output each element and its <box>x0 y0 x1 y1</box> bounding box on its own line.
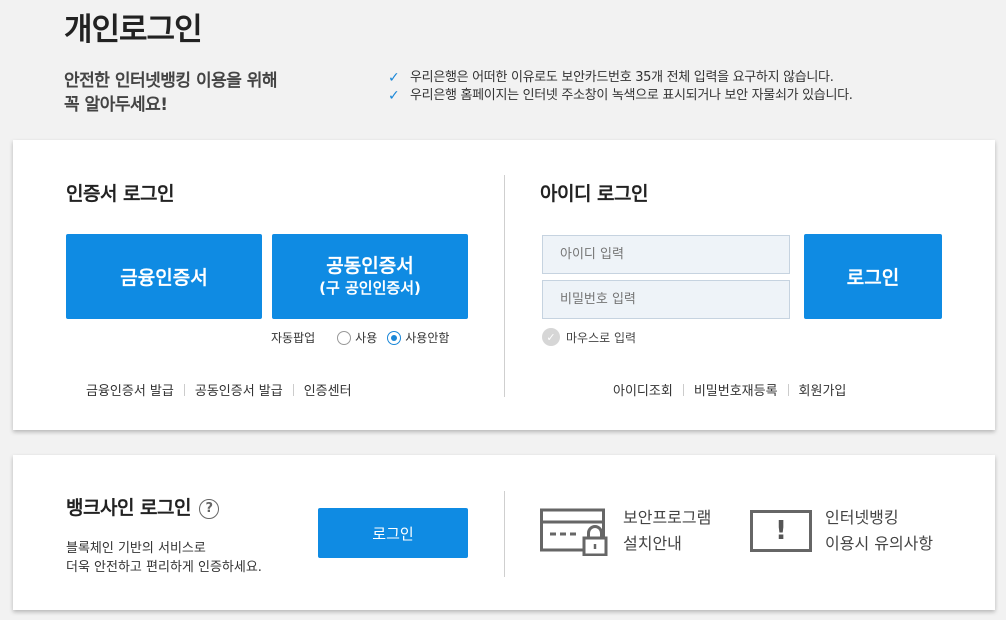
id-links: 아이디조회 비밀번호재등록 회원가입 <box>613 380 846 399</box>
link-divider <box>292 383 294 396</box>
banksign-desc-line-2: 더욱 안전하고 편리하게 인증하세요. <box>66 560 262 575</box>
banksign-login-label: 로그인 <box>372 524 414 543</box>
check-icon: ✓ <box>388 70 400 86</box>
page-title: 개인로그인 <box>64 12 203 48</box>
joint-cert-button[interactable]: 공동인증서 (구 공인인증서) <box>272 234 468 319</box>
reset-password-link[interactable]: 비밀번호재등록 <box>694 380 778 399</box>
id-input[interactable] <box>542 235 790 274</box>
link-divider <box>787 383 789 396</box>
mouse-input-label[interactable]: 마우스로 입력 <box>566 329 636 346</box>
joint-cert-sub: (구 공인인증서) <box>319 278 421 297</box>
link-divider <box>183 383 185 396</box>
cert-links: 금융인증서 발급 공동인증서 발급 인증센터 <box>86 380 352 399</box>
auto-popup-label: 자동팝업 <box>271 331 316 345</box>
section-divider <box>504 175 505 397</box>
popup-use-radio[interactable] <box>337 330 352 345</box>
caution-line-2: 이용시 유의사항 <box>825 534 934 553</box>
notice-text: 우리은행은 어떠한 이유로도 보안카드번호 35개 전체 입력을 요구하지 않습… <box>410 70 834 85</box>
security-program-icon <box>540 508 608 557</box>
banking-caution-text[interactable]: 인터넷뱅킹 이용시 유의사항 <box>825 505 933 557</box>
id-login-button[interactable]: 로그인 <box>804 234 942 319</box>
financial-cert-issue-link[interactable]: 금융인증서 발급 <box>86 380 174 399</box>
notice-item: ✓ 우리은행은 어떠한 이유로도 보안카드번호 35개 전체 입력을 요구하지 … <box>388 69 853 87</box>
banksign-login-button[interactable]: 로그인 <box>318 508 468 558</box>
check-circle-icon[interactable]: ✓ <box>542 328 560 346</box>
banksign-description: 블록체인 기반의 서비스로 더욱 안전하고 편리하게 인증하세요. <box>66 539 262 577</box>
signup-link[interactable]: 회원가입 <box>799 380 847 399</box>
section-divider <box>504 491 505 577</box>
popup-use-label[interactable]: 사용 <box>355 329 377 346</box>
security-intro: 안전한 인터넷뱅킹 이용을 위해 꼭 알아두세요! <box>64 69 278 117</box>
banksign-desc-line-1: 블록체인 기반의 서비스로 <box>66 541 206 556</box>
intro-line-2: 꼭 알아두세요! <box>64 95 168 115</box>
id-login-title: 아이디 로그인 <box>540 183 649 205</box>
popup-nouse-label[interactable]: 사용안함 <box>405 329 449 346</box>
id-login-label: 로그인 <box>846 267 900 289</box>
joint-cert-label: 공동인증서 <box>326 254 414 277</box>
cert-center-link[interactable]: 인증센터 <box>304 380 352 399</box>
check-icon: ✓ <box>388 88 400 104</box>
login-card: 인증서 로그인 금융인증서 공동인증서 (구 공인인증서) 자동팝업 사용 사용… <box>13 140 995 430</box>
help-icon[interactable]: ? <box>198 498 219 519</box>
banksign-title: 뱅크사인 로그인? <box>66 493 219 520</box>
financial-cert-button[interactable]: 금융인증서 <box>66 234 262 319</box>
security-notices: ✓ 우리은행은 어떠한 이유로도 보안카드번호 35개 전체 입력을 요구하지 … <box>388 69 853 105</box>
warning-icon[interactable]: ! <box>750 510 812 552</box>
banksign-card: 뱅크사인 로그인? 블록체인 기반의 서비스로 더욱 안전하고 편리하게 인증하… <box>13 455 995 610</box>
mouse-input-option[interactable]: ✓ 마우스로 입력 <box>542 328 636 346</box>
financial-cert-label: 금융인증서 <box>120 267 208 289</box>
banksign-title-text: 뱅크사인 로그인 <box>66 497 191 519</box>
auto-popup-setting: 자동팝업 사용 사용안함 <box>271 329 449 346</box>
password-input[interactable] <box>542 280 790 319</box>
popup-nouse-radio[interactable] <box>387 330 402 345</box>
intro-line-1: 안전한 인터넷뱅킹 이용을 위해 <box>64 71 278 91</box>
find-id-link[interactable]: 아이디조회 <box>613 380 673 399</box>
notice-item: ✓ 우리은행 홈페이지는 인터넷 주소창이 녹색으로 표시되거나 보안 자물쇠가… <box>388 87 853 105</box>
notice-text: 우리은행 홈페이지는 인터넷 주소창이 녹색으로 표시되거나 보안 자물쇠가 있… <box>410 88 853 103</box>
security-program-link[interactable] <box>540 508 610 557</box>
security-line-2: 설치안내 <box>623 534 682 553</box>
caution-line-1: 인터넷뱅킹 <box>825 508 899 527</box>
security-program-text[interactable]: 보안프로그램 설치안내 <box>623 505 711 557</box>
security-line-1: 보안프로그램 <box>623 508 712 527</box>
cert-login-title: 인증서 로그인 <box>66 183 175 205</box>
link-divider <box>682 383 684 396</box>
joint-cert-issue-link[interactable]: 공동인증서 발급 <box>195 380 283 399</box>
